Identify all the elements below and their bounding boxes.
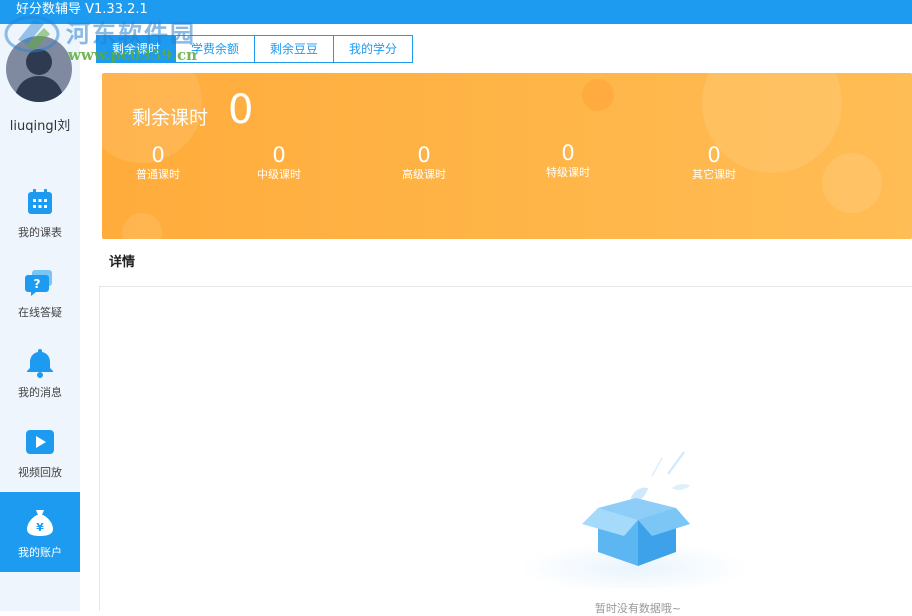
sidebar-item-schedule[interactable]: 我的课表	[0, 172, 80, 252]
stat-value: 0	[707, 143, 721, 167]
svg-text:?: ?	[34, 277, 41, 291]
stat-value: 0	[272, 143, 286, 167]
detail-panel	[99, 286, 912, 611]
money-bag-icon: ¥	[27, 510, 53, 536]
summary-banner: 剩余课时 0 0 普通课时 0 中级课时 0 高级课时 0 特级课时 0 其它课…	[102, 73, 912, 239]
stat-label: 特级课时	[546, 166, 590, 179]
stat-value: 0	[561, 141, 575, 165]
tab-remaining-beans[interactable]: 剩余豆豆	[254, 35, 335, 63]
sidebar-item-video-replay[interactable]: 视频回放	[0, 412, 80, 492]
decor-bubble	[822, 153, 882, 213]
empty-box-icon	[519, 451, 749, 588]
bell-icon	[27, 349, 53, 378]
stat-label: 其它课时	[692, 168, 736, 181]
stat-regular: 0 普通课时	[108, 143, 208, 183]
calendar-icon	[28, 189, 52, 214]
detail-heading: 详情	[109, 255, 136, 270]
stat-intermediate: 0 中级课时	[229, 143, 329, 183]
stat-value: 0	[151, 143, 165, 167]
sidebar: liuqingl刘 我的课表 ? 在线答疑 我的消息 视频回放 ¥ 我的账户	[0, 24, 80, 611]
username: liuqingl刘	[9, 119, 71, 134]
stat-advanced: 0 高级课时	[374, 143, 474, 183]
sidebar-item-account[interactable]: ¥ 我的账户	[0, 492, 80, 572]
sidebar-item-label: 我的课表	[18, 226, 62, 239]
stat-label: 中级课时	[257, 168, 301, 181]
summary-title: 剩余课时	[132, 107, 209, 129]
chat-question-icon: ?	[25, 270, 52, 296]
empty-state-text: 暂时没有数据哦~	[594, 602, 682, 615]
sidebar-item-qa[interactable]: ? 在线答疑	[0, 252, 80, 332]
sidebar-item-label: 我的消息	[18, 386, 62, 399]
stat-label: 普通课时	[136, 168, 180, 181]
sidebar-item-label: 视频回放	[18, 466, 62, 479]
stat-value: 0	[417, 143, 431, 167]
tab-my-credits[interactable]: 我的学分	[333, 35, 414, 63]
watermark-text: 河东软件园	[66, 19, 196, 48]
stat-premium: 0 特级课时	[518, 141, 618, 181]
decor-bubble	[582, 79, 614, 111]
sidebar-item-label: 我的账户	[18, 546, 62, 559]
summary-total: 0	[228, 87, 254, 133]
watermark-logo-icon	[4, 15, 60, 53]
decor-bubble	[122, 213, 162, 239]
play-icon	[26, 430, 54, 454]
sidebar-item-label: 在线答疑	[18, 306, 62, 319]
sidebar-item-messages[interactable]: 我的消息	[0, 332, 80, 412]
watermark-url: www.pc0359.cn	[68, 46, 198, 64]
svg-text:¥: ¥	[36, 521, 44, 534]
stat-other: 0 其它课时	[664, 143, 764, 183]
stat-label: 高级课时	[402, 168, 446, 181]
